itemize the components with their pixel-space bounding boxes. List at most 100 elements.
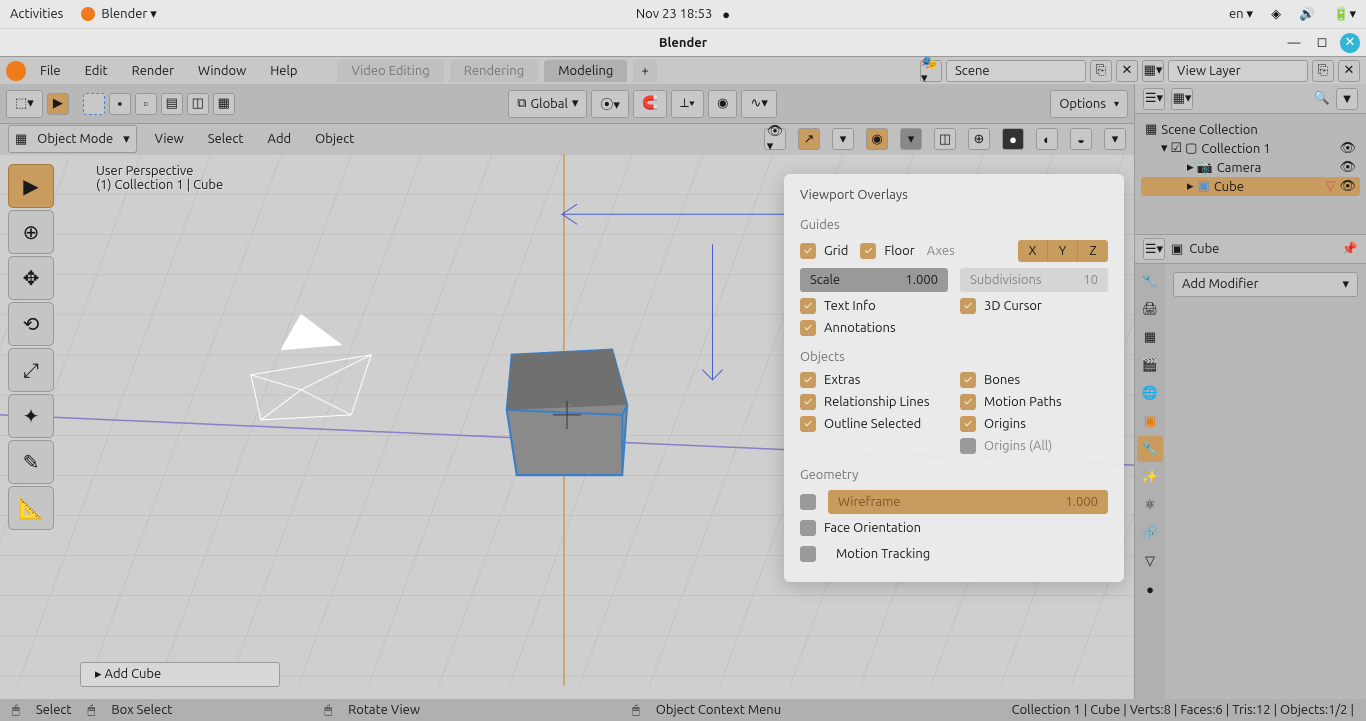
scene-name-field[interactable]: Scene bbox=[946, 60, 1086, 82]
wireframe-slider[interactable]: Wireframe1.000 bbox=[828, 490, 1108, 514]
blender-icon[interactable] bbox=[6, 61, 26, 81]
grid-checkbox[interactable]: ✓Grid bbox=[800, 243, 848, 259]
constraint-tab-icon[interactable]: 🔗 bbox=[1137, 520, 1163, 546]
collection1-node[interactable]: ▾ ☑ ▢ Collection 1👁 bbox=[1141, 139, 1360, 158]
axis-x-toggle[interactable]: X bbox=[1018, 240, 1048, 262]
scene-tab-icon[interactable]: 🎬 bbox=[1137, 352, 1163, 378]
3d-cursor-checkbox[interactable]: ✓3D Cursor bbox=[960, 298, 1108, 314]
cursor-tool[interactable]: ⊕ bbox=[8, 210, 54, 254]
shade-render-icon[interactable]: ◒ bbox=[1070, 128, 1092, 150]
physics-tab-icon[interactable]: ⚛ bbox=[1137, 492, 1163, 518]
data-tab-icon[interactable]: ▽ bbox=[1137, 548, 1163, 574]
snap-dropdown[interactable]: ⟂▾ bbox=[671, 90, 704, 118]
pin-icon[interactable]: 📌 bbox=[1342, 242, 1358, 257]
add-modifier-dropdown[interactable]: Add Modifier▾ bbox=[1173, 272, 1358, 297]
shade-dropdown-icon[interactable]: ▾ bbox=[1104, 128, 1126, 150]
axis-z-toggle[interactable]: Z bbox=[1078, 240, 1108, 262]
transform-tool[interactable]: ✦ bbox=[8, 394, 54, 438]
shade-wireframe-icon[interactable]: ⊕ bbox=[968, 128, 990, 150]
subdivisions-field[interactable]: Subdivisions10 bbox=[960, 268, 1108, 292]
mode-dropdown[interactable]: ▦ Object Mode ▾ bbox=[8, 125, 137, 153]
bones-checkbox[interactable]: ✓Bones bbox=[960, 372, 1108, 388]
extras-checkbox[interactable]: ✓Extras bbox=[800, 372, 948, 388]
props-type-icon[interactable]: ☰▾ bbox=[1143, 238, 1165, 260]
add-cube-panel[interactable]: ▸ Add Cube bbox=[80, 662, 280, 687]
battery-icon[interactable]: 🔋▾ bbox=[1333, 7, 1356, 22]
overlay-toggle-icon[interactable]: ◉ bbox=[866, 128, 888, 150]
measure-tool[interactable]: 📐 bbox=[8, 486, 54, 530]
menu-render[interactable]: Render bbox=[122, 58, 184, 84]
cube-node[interactable]: ▸ ▣ Cube▽ 👁 bbox=[1141, 177, 1360, 196]
gizmo-dropdown-icon[interactable]: ▾ bbox=[832, 128, 854, 150]
move-tool[interactable]: ✥ bbox=[8, 256, 54, 300]
render-tab-icon[interactable]: 🔧 bbox=[1137, 268, 1163, 294]
close-button[interactable]: ✕ bbox=[1340, 33, 1360, 53]
object-menu[interactable]: Object bbox=[309, 132, 360, 146]
outline-selected-checkbox[interactable]: ✓Outline Selected bbox=[800, 416, 948, 432]
scene-browse-icon[interactable]: 🎭▾ bbox=[920, 60, 942, 82]
gizmo-icon[interactable]: ↗ bbox=[798, 128, 820, 150]
add-menu[interactable]: Add bbox=[262, 132, 298, 146]
floor-checkbox[interactable]: ✓Floor bbox=[860, 243, 914, 259]
activities-button[interactable]: Activities bbox=[10, 7, 63, 21]
new-viewlayer-icon[interactable]: ⎘ bbox=[1312, 60, 1334, 82]
text-info-checkbox[interactable]: ✓Text Info bbox=[800, 298, 948, 314]
outliner-type-icon[interactable]: ☰▾ bbox=[1143, 88, 1165, 110]
select-mode-1-icon[interactable]: ▪ bbox=[109, 93, 131, 115]
snap-toggle[interactable]: 🧲 bbox=[633, 90, 667, 118]
viewlayer-browse-icon[interactable]: ▦▾ bbox=[1142, 60, 1164, 82]
modifier-tab-icon[interactable]: 🔧 bbox=[1137, 436, 1163, 462]
outliner-display-icon[interactable]: ▦▾ bbox=[1171, 88, 1193, 110]
tab-modeling[interactable]: Modeling bbox=[544, 60, 627, 82]
network-icon[interactable]: ◈ bbox=[1271, 7, 1281, 22]
proportional-toggle[interactable]: ◉ bbox=[708, 90, 737, 118]
viewlayer-tab-icon[interactable]: ▦ bbox=[1137, 324, 1163, 350]
outliner-tree[interactable]: ▦ Scene Collection ▾ ☑ ▢ Collection 1👁 ▸… bbox=[1135, 114, 1366, 234]
cursor-tool-icon[interactable]: ▶ bbox=[47, 93, 69, 115]
axis-y-toggle[interactable]: Y bbox=[1048, 240, 1078, 262]
motion-paths-checkbox[interactable]: ✓Motion Paths bbox=[960, 394, 1108, 410]
wireframe-checkbox[interactable] bbox=[800, 494, 816, 510]
new-scene-icon[interactable]: ⎘ bbox=[1090, 60, 1112, 82]
select-menu[interactable]: Select bbox=[202, 132, 250, 146]
output-tab-icon[interactable]: 🖨 bbox=[1137, 296, 1163, 322]
menu-file[interactable]: File bbox=[30, 58, 71, 84]
delete-scene-icon[interactable]: ✕ bbox=[1116, 60, 1138, 82]
xray-icon[interactable]: ◫ bbox=[934, 128, 956, 150]
menu-help[interactable]: Help bbox=[260, 58, 307, 84]
menu-window[interactable]: Window bbox=[188, 58, 256, 84]
select-mode-4-icon[interactable]: ◫ bbox=[187, 93, 209, 115]
annotations-checkbox[interactable]: ✓Annotations bbox=[800, 320, 896, 336]
annotate-tool[interactable]: ✎ bbox=[8, 440, 54, 484]
motion-tracking-checkbox[interactable]: Motion Tracking bbox=[800, 546, 930, 562]
view-menu[interactable]: View bbox=[149, 132, 190, 146]
language-indicator[interactable]: en ▾ bbox=[1229, 7, 1253, 22]
tab-rendering[interactable]: Rendering bbox=[450, 60, 538, 82]
select-mode-3-icon[interactable]: ▤ bbox=[161, 93, 183, 115]
shade-matcap-icon[interactable]: ◐ bbox=[1036, 128, 1058, 150]
menu-edit[interactable]: Edit bbox=[75, 58, 118, 84]
select-rect-icon[interactable] bbox=[83, 93, 105, 115]
scale-field[interactable]: Scale1.000 bbox=[800, 268, 948, 292]
minimize-button[interactable]: — bbox=[1284, 33, 1304, 53]
editor-type-icon[interactable]: ⬚▾ bbox=[6, 90, 43, 118]
relationship-checkbox[interactable]: ✓Relationship Lines bbox=[800, 394, 948, 410]
maximize-button[interactable]: ◻ bbox=[1312, 33, 1332, 53]
volume-icon[interactable]: 🔊 bbox=[1299, 7, 1315, 22]
delete-viewlayer-icon[interactable]: ✕ bbox=[1338, 60, 1360, 82]
select-mode-5-icon[interactable]: ▦ bbox=[213, 93, 235, 115]
tab-add-button[interactable]: + bbox=[633, 60, 656, 82]
select-box-tool[interactable]: ▶ bbox=[8, 164, 54, 208]
scale-tool[interactable]: ⤢ bbox=[8, 348, 54, 392]
pivot-dropdown[interactable]: ⦿▾ bbox=[591, 90, 629, 118]
datetime-label[interactable]: Nov 23 18:53 bbox=[636, 7, 712, 21]
shade-solid-icon[interactable]: ● bbox=[1002, 128, 1024, 150]
viewlayer-name-field[interactable]: View Layer bbox=[1168, 60, 1308, 82]
origins-all-checkbox[interactable]: Origins (All) bbox=[960, 438, 1108, 454]
visibility-icon[interactable]: 👁▾ bbox=[764, 128, 786, 150]
tab-video-editing[interactable]: Video Editing bbox=[337, 60, 443, 82]
overlay-dropdown-icon[interactable]: ▾ bbox=[900, 128, 922, 150]
3d-viewport[interactable]: User Perspective (1) Collection 1 | Cube… bbox=[0, 154, 1134, 699]
camera-node[interactable]: ▸ 📷 Camera👁 bbox=[1141, 158, 1360, 177]
proportional-dropdown[interactable]: ∿▾ bbox=[741, 90, 776, 118]
